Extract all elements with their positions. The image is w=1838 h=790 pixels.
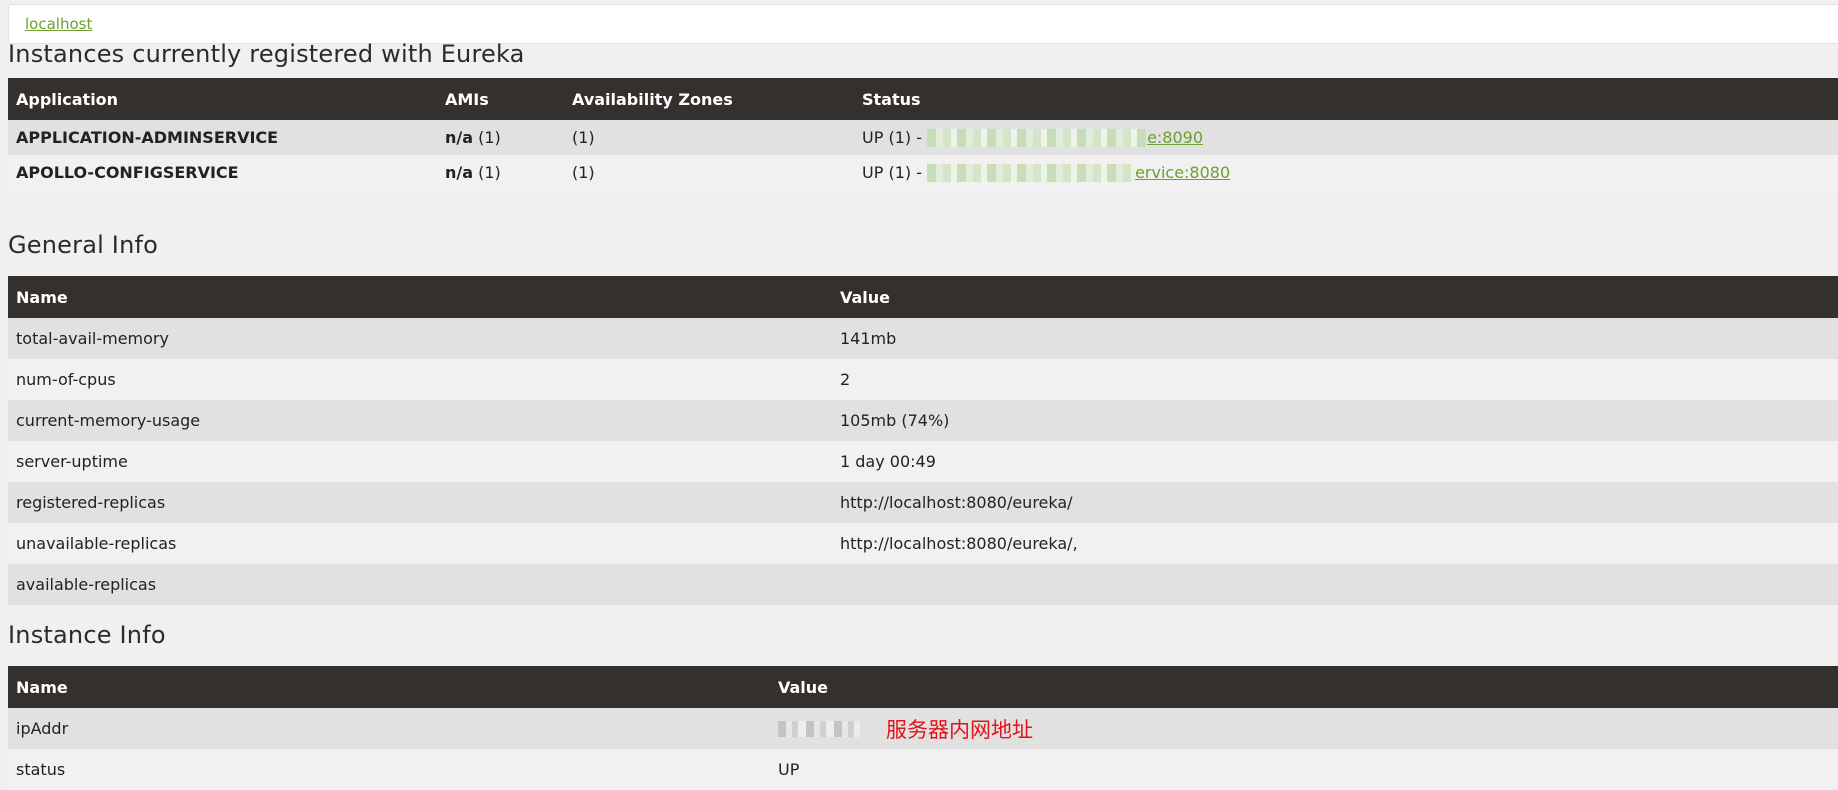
redacted-host	[927, 129, 1148, 148]
status-text: UP (1) -	[862, 127, 922, 147]
info-name: num-of-cpus	[16, 370, 116, 389]
status-cell: UP (1) - e:8090	[854, 120, 1838, 155]
ami-count: (1)	[478, 163, 501, 182]
table-row: registered-replicas http://localhost:8080…	[8, 482, 1838, 523]
column-header-value: Value	[840, 287, 891, 307]
amis-cell: n/a (1)	[437, 155, 564, 190]
column-header-availability-zones: Availability Zones	[572, 89, 733, 109]
breadcrumb: localhost	[8, 4, 1838, 44]
column-header-amis: AMIs	[445, 89, 489, 109]
ami-value: n/a	[445, 163, 474, 182]
info-value: UP	[778, 760, 800, 779]
status-cell: UP (1) - ervice:8080	[854, 155, 1838, 190]
info-value: http://localhost:8080/eureka/	[840, 493, 1073, 512]
annotation-text: 服务器内网地址	[886, 717, 1033, 742]
general-info-table: Name Value total-avail-memory 141mb num-o…	[8, 276, 1838, 605]
column-header-status: Status	[862, 89, 921, 109]
table-row: server-uptime 1 day 00:49	[8, 441, 1838, 482]
info-name: total-avail-memory	[16, 329, 169, 348]
breadcrumb-link-localhost[interactable]: localhost	[25, 15, 92, 33]
general-info-title: General Info	[8, 231, 159, 259]
table-row: ipAddr 服务器内网地址	[8, 708, 1838, 749]
table-row: APOLLO-CONFIGSERVICE n/a (1) (1) UP (1) …	[8, 155, 1838, 190]
info-name: current-memory-usage	[16, 411, 201, 430]
table-row: num-of-cpus 2	[8, 359, 1838, 400]
redacted-ip	[778, 720, 860, 737]
column-header-name: Name	[16, 677, 68, 697]
info-name: status	[16, 760, 66, 779]
info-value: 1 day 00:49	[840, 452, 936, 471]
instance-link-suffix: e:8090	[1147, 127, 1204, 147]
instances-header-row: Application AMIs Availability Zones Stat…	[8, 78, 1838, 120]
info-value	[832, 564, 1838, 605]
status-text: UP (1) -	[862, 162, 922, 182]
column-header-name: Name	[16, 287, 68, 307]
info-name: available-replicas	[16, 575, 157, 594]
info-value: http://localhost:8080/eureka/,	[840, 534, 1078, 553]
table-row: APPLICATION-ADMINSERVICE n/a (1) (1) UP …	[8, 120, 1838, 155]
info-value: 105mb (74%)	[840, 411, 950, 430]
instance-info-title: Instance Info	[8, 621, 166, 649]
table-row: unavailable-replicas http://localhost:808…	[8, 523, 1838, 564]
instance-header-row: Name Value	[8, 666, 1838, 708]
table-row: current-memory-usage 105mb (74%)	[8, 400, 1838, 441]
instance-link[interactable]: ervice:8080	[927, 162, 1231, 183]
column-header-value: Value	[778, 677, 829, 697]
info-name: registered-replicas	[16, 493, 166, 512]
ami-count: (1)	[478, 128, 501, 147]
info-value: 2	[840, 370, 851, 389]
info-value: 141mb	[840, 329, 897, 348]
table-row: total-avail-memory 141mb	[8, 318, 1838, 359]
application-name: APOLLO-CONFIGSERVICE	[16, 163, 239, 182]
zones-cell: (1)	[572, 163, 595, 182]
info-name: server-uptime	[16, 452, 128, 471]
instance-link-suffix: ervice:8080	[1135, 162, 1231, 182]
instances-title: Instances currently registered with Eure…	[8, 40, 525, 68]
instance-link[interactable]: e:8090	[927, 127, 1204, 148]
redacted-host	[927, 164, 1136, 183]
info-name: ipAddr	[16, 719, 69, 738]
column-header-application: Application	[16, 89, 119, 109]
ami-value: n/a	[445, 128, 474, 147]
instances-table: Application AMIs Availability Zones Stat…	[8, 78, 1838, 190]
table-row: available-replicas	[8, 564, 1838, 605]
instance-info-table: Name Value ipAddr 服务器内网地址 status UP	[8, 666, 1838, 790]
application-name: APPLICATION-ADMINSERVICE	[16, 128, 279, 147]
info-value: 服务器内网地址	[770, 708, 1838, 749]
table-row: status UP	[8, 749, 1838, 790]
amis-cell: n/a (1)	[437, 120, 564, 155]
zones-cell: (1)	[572, 128, 595, 147]
info-name: unavailable-replicas	[16, 534, 177, 553]
general-header-row: Name Value	[8, 276, 1838, 318]
